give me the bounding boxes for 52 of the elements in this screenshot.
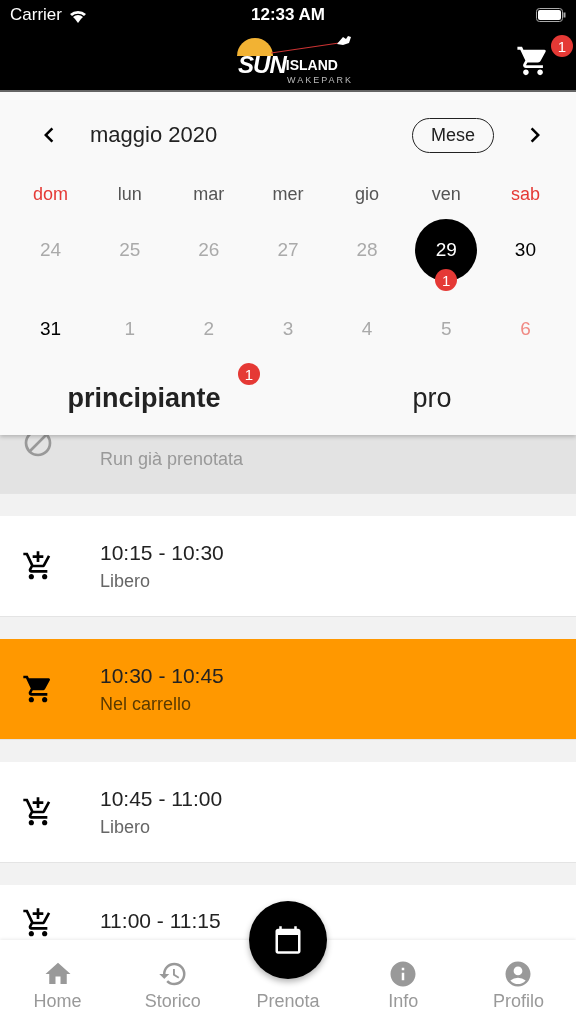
weekday-label: mer	[271, 183, 305, 206]
block-icon	[22, 435, 54, 459]
calendar-day[interactable]: 30	[494, 219, 557, 281]
calendar-day[interactable]: 26	[177, 219, 240, 281]
calendar-day[interactable]: 24	[19, 219, 82, 281]
logo-subtitle: WAKEPARK	[287, 75, 353, 85]
calendar-day[interactable]: 1	[98, 298, 161, 360]
logo-text: ISLAND	[285, 57, 338, 72]
slot-status: Libero	[100, 570, 152, 592]
slot-time: 10:45 - 11:00	[100, 786, 223, 811]
slot-status: Run già prenotata	[100, 449, 244, 470]
clock: 12:33 AM	[251, 5, 325, 25]
tab-count-badge: 1	[238, 363, 260, 385]
day-count-badge: 1	[435, 269, 458, 291]
calendar-day[interactable]: 28	[336, 219, 399, 281]
slot-time: 10:15 - 10:30	[100, 540, 224, 565]
calendar-day[interactable]: 25	[98, 219, 161, 281]
time-slot-row[interactable]: 10:45 - 11:00 Libero	[0, 762, 576, 863]
level-tab[interactable]: pro	[288, 382, 576, 414]
time-slot-row[interactable]: Run già prenotata	[0, 435, 576, 494]
time-slot-row[interactable]: 10:15 - 10:30 Libero	[0, 516, 576, 617]
nav-tab[interactable]: Storico	[140, 959, 205, 1012]
calendar-day[interactable]: 6	[494, 298, 557, 360]
weekday-label: mar	[192, 183, 226, 206]
nav-tab[interactable]: Prenota	[252, 991, 324, 1012]
level-tab[interactable]: principiante	[0, 382, 288, 414]
calendar-day[interactable]: 5	[415, 298, 478, 360]
calendar-day[interactable]: 4	[336, 298, 399, 360]
calendar-day[interactable]: 31	[19, 298, 82, 360]
time-slot-row[interactable]: 10:30 - 10:45 Nel carrello	[0, 639, 576, 740]
slot-time: 10:30 - 10:45	[100, 663, 224, 688]
calendar-day[interactable]: 27	[257, 219, 319, 281]
nav-tab[interactable]: Info	[384, 959, 423, 1012]
slot-status: Nel carrello	[100, 693, 193, 715]
weekday-label: gio	[354, 183, 381, 206]
calendar-day[interactable]: 2	[177, 298, 240, 360]
calendar-icon	[273, 925, 303, 955]
weekday-label: sab	[509, 183, 541, 206]
nav-tab[interactable]: Home	[29, 959, 86, 1012]
nav-tab[interactable]: Profilo	[488, 959, 548, 1012]
battery-icon	[536, 8, 566, 22]
weekday-label: dom	[32, 183, 70, 206]
weekday-label: lun	[116, 183, 143, 206]
logo-text: SUN	[238, 53, 286, 76]
calendar-day[interactable]: 3	[257, 298, 319, 360]
slot-status: Libero	[100, 816, 152, 838]
cart-count-badge: 1	[551, 35, 573, 57]
month-title: maggio 2020	[90, 122, 219, 148]
time-slot-row[interactable]: 11:00 - 11:15	[0, 885, 576, 940]
slot-time: 11:00 - 11:15	[100, 909, 221, 933]
carrier-label: Carrier	[10, 5, 62, 25]
weekday-label: ven	[430, 183, 462, 206]
